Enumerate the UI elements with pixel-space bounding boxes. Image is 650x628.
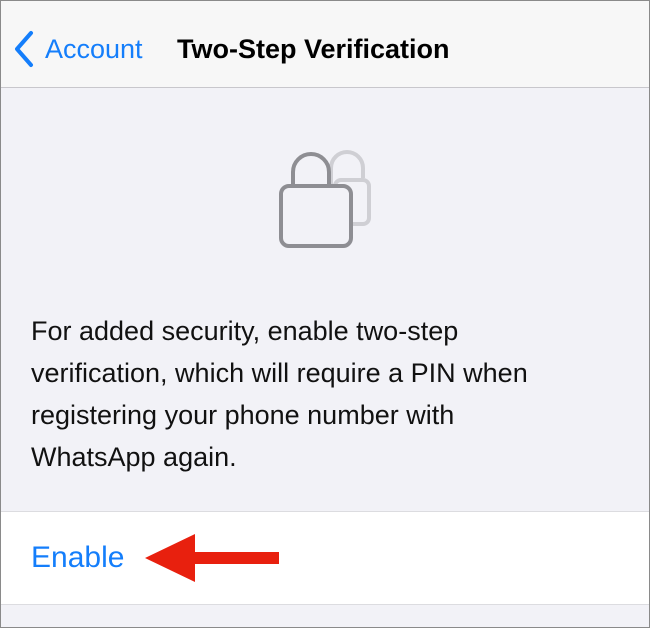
page-title: Two-Step Verification <box>177 34 450 64</box>
back-button[interactable]: Account <box>13 29 143 69</box>
navigation-bar: Account Two-Step Verification <box>1 1 649 88</box>
chevron-left-icon <box>13 30 35 68</box>
main-content: For added security, enable two-step veri… <box>1 88 649 510</box>
screen: Account Two-Step Verification For added … <box>0 0 650 628</box>
enable-row: Enable <box>1 511 649 605</box>
enable-button[interactable]: Enable <box>31 538 124 578</box>
description-text: For added security, enable two-step veri… <box>31 316 528 472</box>
back-button-label: Account <box>45 34 143 64</box>
red-arrow-icon <box>143 532 283 584</box>
bottom-spacer <box>1 605 649 627</box>
lock-icon <box>273 146 383 256</box>
